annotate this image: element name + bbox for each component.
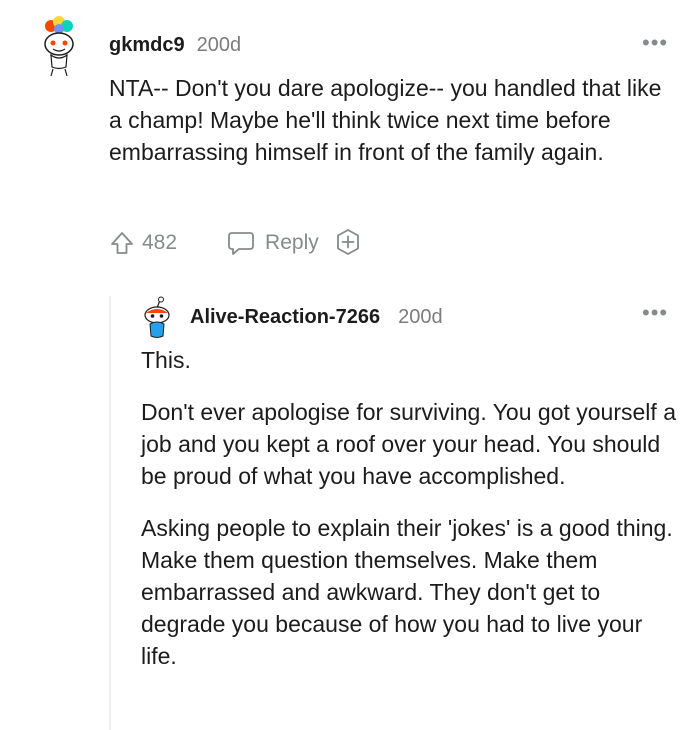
upvote-icon: [111, 232, 133, 254]
add-award-icon: [336, 229, 359, 255]
more-options-button[interactable]: •••: [642, 32, 668, 54]
reply-bubble-icon: [228, 232, 254, 255]
comment-paragraph: Don't ever apologise for surviving. You …: [141, 399, 676, 489]
username[interactable]: gkmdc9: [109, 34, 185, 57]
timestamp[interactable]: 200d: [398, 306, 443, 329]
comment-paragraph: Asking people to explain their 'jokes' i…: [141, 515, 673, 669]
timestamp[interactable]: 200d: [197, 34, 242, 57]
snoo-avatar-icon: [44, 16, 74, 77]
reply-label: Reply: [265, 231, 319, 254]
comment-paragraph: NTA-- Don't you dare apologize-- you han…: [109, 75, 662, 165]
comment-alive-reaction-7266: Alive-Reaction-7266 200d ••• This. Don't…: [0, 290, 700, 730]
comment-header: Alive-Reaction-7266 200d: [190, 306, 443, 329]
comment-actions: 482 Reply: [109, 228, 363, 258]
comment-body: This. Don't ever apologise for surviving…: [141, 344, 677, 672]
reply-button[interactable]: Reply: [227, 230, 319, 256]
comment-body: NTA-- Don't you dare apologize-- you han…: [109, 72, 679, 168]
award-button[interactable]: [333, 228, 363, 258]
vote-count: 482: [142, 231, 178, 254]
more-options-icon: •••: [642, 300, 669, 325]
username[interactable]: Alive-Reaction-7266: [190, 306, 380, 329]
comment-paragraph: This.: [141, 347, 191, 373]
comment-gkmdc9: gkmdc9 200d ••• NTA-- Don't you dare apo…: [0, 0, 700, 290]
upvote-button[interactable]: [109, 230, 135, 256]
comment-header: gkmdc9 200d: [109, 34, 241, 57]
more-options-button[interactable]: •••: [642, 302, 668, 324]
user-avatar-gkmdc9[interactable]: [38, 14, 80, 78]
snoo-avatar-icon: [144, 296, 170, 338]
more-options-icon: •••: [642, 30, 669, 55]
user-avatar-alive-reaction-7266[interactable]: [142, 296, 172, 342]
